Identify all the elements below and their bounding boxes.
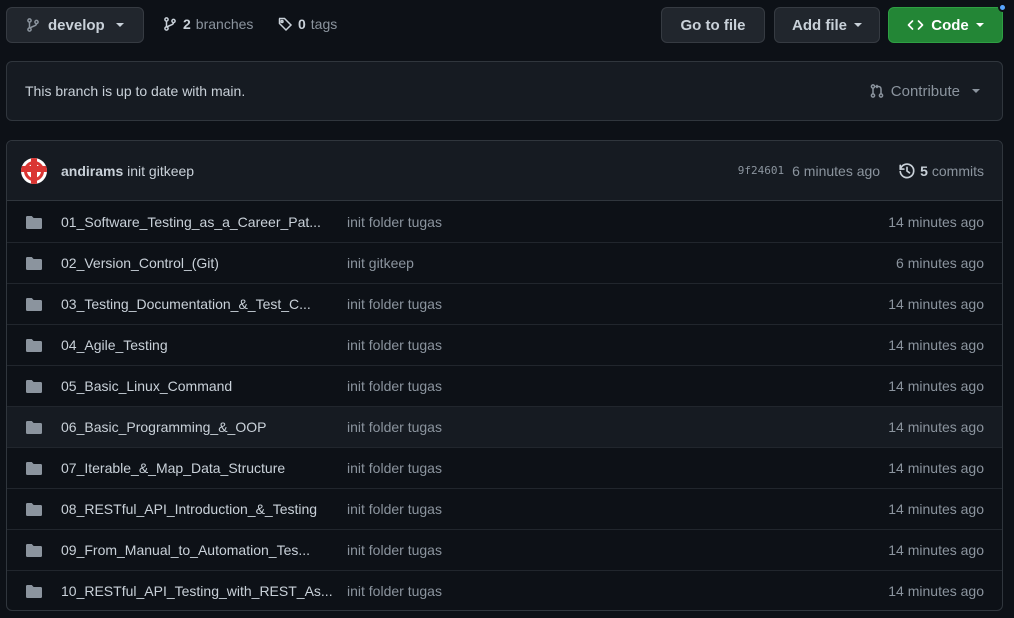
file-row[interactable]: 07_Iterable_&_Map_Data_Structure init fol…	[7, 447, 1002, 488]
file-commit-time: 14 minutes ago	[888, 501, 984, 517]
commit-message-text[interactable]: init gitkeep	[127, 163, 194, 179]
file-commit-message-link[interactable]: init folder tugas	[347, 378, 442, 394]
file-commit-message-link[interactable]: init gitkeep	[347, 255, 414, 271]
code-label: Code	[931, 16, 969, 34]
file-commit-message-link[interactable]: init folder tugas	[347, 583, 442, 599]
commits-history-link[interactable]: 5 commits	[898, 162, 984, 180]
tags-link[interactable]: 0 tags	[277, 14, 337, 34]
branches-label: branches	[195, 16, 254, 32]
history-icon	[898, 162, 916, 180]
file-name-link[interactable]: 03_Testing_Documentation_&_Test_C...	[61, 296, 311, 312]
file-row[interactable]: 10_RESTful_API_Testing_with_REST_As... in…	[7, 570, 1002, 610]
file-commit-message-link[interactable]: init folder tugas	[347, 501, 442, 517]
file-commit-time: 14 minutes ago	[888, 378, 984, 394]
file-row[interactable]: 09_From_Manual_to_Automation_Tes... init …	[7, 529, 1002, 570]
file-commit-time: 14 minutes ago	[888, 296, 984, 312]
tags-count: 0	[298, 16, 306, 32]
file-commit-time: 14 minutes ago	[888, 419, 984, 435]
git-pull-request-icon	[869, 83, 885, 99]
file-commit-message-link[interactable]: init folder tugas	[347, 296, 442, 312]
avatar[interactable]	[21, 157, 47, 184]
code-button[interactable]: Code	[888, 7, 1003, 43]
go-to-file-button[interactable]: Go to file	[661, 7, 765, 43]
folder-icon	[25, 337, 43, 353]
file-commit-time: 14 minutes ago	[888, 583, 984, 599]
folder-icon	[25, 583, 43, 599]
file-browser: andirams init gitkeep 9f24601 6 minutes …	[6, 140, 1003, 611]
file-commit-time: 14 minutes ago	[888, 213, 984, 230]
contribute-dropdown[interactable]: Contribute	[869, 83, 980, 100]
file-name-link[interactable]: 08_RESTful_API_Introduction_&_Testing	[61, 501, 317, 517]
file-row[interactable]: 01_Software_Testing_as_a_Career_Pat... in…	[7, 201, 1002, 242]
file-commit-message-link[interactable]: init folder tugas	[347, 337, 442, 353]
file-name-link[interactable]: 06_Basic_Programming_&_OOP	[61, 419, 266, 435]
folder-icon	[25, 214, 43, 230]
folder-icon	[25, 296, 43, 312]
file-commit-time: 6 minutes ago	[896, 255, 984, 271]
code-icon	[907, 17, 924, 33]
folder-icon	[25, 460, 43, 476]
file-row[interactable]: 03_Testing_Documentation_&_Test_C... init…	[7, 283, 1002, 324]
file-row[interactable]: 02_Version_Control_(Git) init gitkeep 6 mi…	[7, 242, 1002, 283]
commit-meta: 9f24601 6 minutes ago 5 commits	[738, 162, 984, 180]
chevron-down-icon	[972, 89, 980, 93]
commit-sha[interactable]: 9f24601	[738, 164, 784, 177]
repo-toolbar: develop 2 branches 0 tags Go to file Add…	[0, 0, 1014, 48]
file-row[interactable]: 05_Basic_Linux_Command init folder tugas 1…	[7, 365, 1002, 406]
commit-author[interactable]: andirams	[61, 163, 123, 179]
chevron-down-icon	[975, 23, 984, 27]
file-commit-message-link[interactable]: init folder tugas	[347, 214, 442, 230]
file-row[interactable]: 06_Basic_Programming_&_OOP init folder tu…	[7, 406, 1002, 447]
contribute-label: Contribute	[890, 82, 960, 100]
latest-commit-bar: andirams init gitkeep 9f24601 6 minutes …	[7, 141, 1002, 201]
file-name-link[interactable]: 04_Agile_Testing	[61, 337, 168, 353]
git-branch-icon	[25, 17, 41, 33]
add-file-button[interactable]: Add file	[774, 7, 880, 43]
branches-count: 2	[183, 16, 191, 32]
git-branch-icon	[162, 16, 178, 32]
file-commit-time: 14 minutes ago	[888, 460, 984, 476]
file-commit-message-link[interactable]: init folder tugas	[347, 419, 442, 435]
file-name-link[interactable]: 09_From_Manual_to_Automation_Tes...	[61, 542, 310, 558]
branch-status-box: This branch is up to date with main. Con…	[6, 61, 1003, 121]
folder-icon	[25, 378, 43, 394]
chevron-down-icon	[854, 23, 862, 27]
file-name-link[interactable]: 07_Iterable_&_Map_Data_Structure	[61, 460, 285, 476]
latest-commit-message: andirams init gitkeep	[61, 163, 194, 179]
branch-name: develop	[48, 16, 105, 34]
file-name-link[interactable]: 05_Basic_Linux_Command	[61, 378, 232, 394]
folder-icon	[25, 501, 43, 517]
file-name-link[interactable]: 02_Version_Control_(Git)	[61, 255, 219, 271]
commits-label: commits	[931, 162, 984, 179]
file-commit-time: 14 minutes ago	[888, 337, 984, 353]
branch-selector-button[interactable]: develop	[6, 7, 144, 43]
folder-icon	[25, 542, 43, 558]
commits-count: 5	[920, 162, 928, 179]
tag-icon	[277, 16, 293, 32]
file-commit-time: 14 minutes ago	[888, 542, 984, 558]
file-commit-message-link[interactable]: init folder tugas	[347, 460, 442, 476]
file-row[interactable]: 04_Agile_Testing init folder tugas 14 minu…	[7, 324, 1002, 365]
commit-time: 6 minutes ago	[792, 162, 881, 179]
add-file-label: Add file	[792, 16, 847, 34]
folder-icon	[25, 255, 43, 271]
file-name-link[interactable]: 01_Software_Testing_as_a_Career_Pat...	[61, 214, 321, 230]
file-row[interactable]: 08_RESTful_API_Introduction_&_Testing ini…	[7, 488, 1002, 529]
folder-icon	[25, 419, 43, 435]
file-name-link[interactable]: 10_RESTful_API_Testing_with_REST_As...	[61, 583, 333, 599]
chevron-down-icon	[115, 23, 124, 27]
file-list: 01_Software_Testing_as_a_Career_Pat...in…	[7, 201, 1002, 610]
branches-link[interactable]: 2 branches	[162, 14, 253, 34]
file-commit-message-link[interactable]: init folder tugas	[347, 542, 442, 558]
notification-dot	[998, 3, 1007, 12]
tags-label: tags	[310, 16, 338, 32]
branch-status-text: This branch is up to date with main.	[25, 83, 246, 99]
